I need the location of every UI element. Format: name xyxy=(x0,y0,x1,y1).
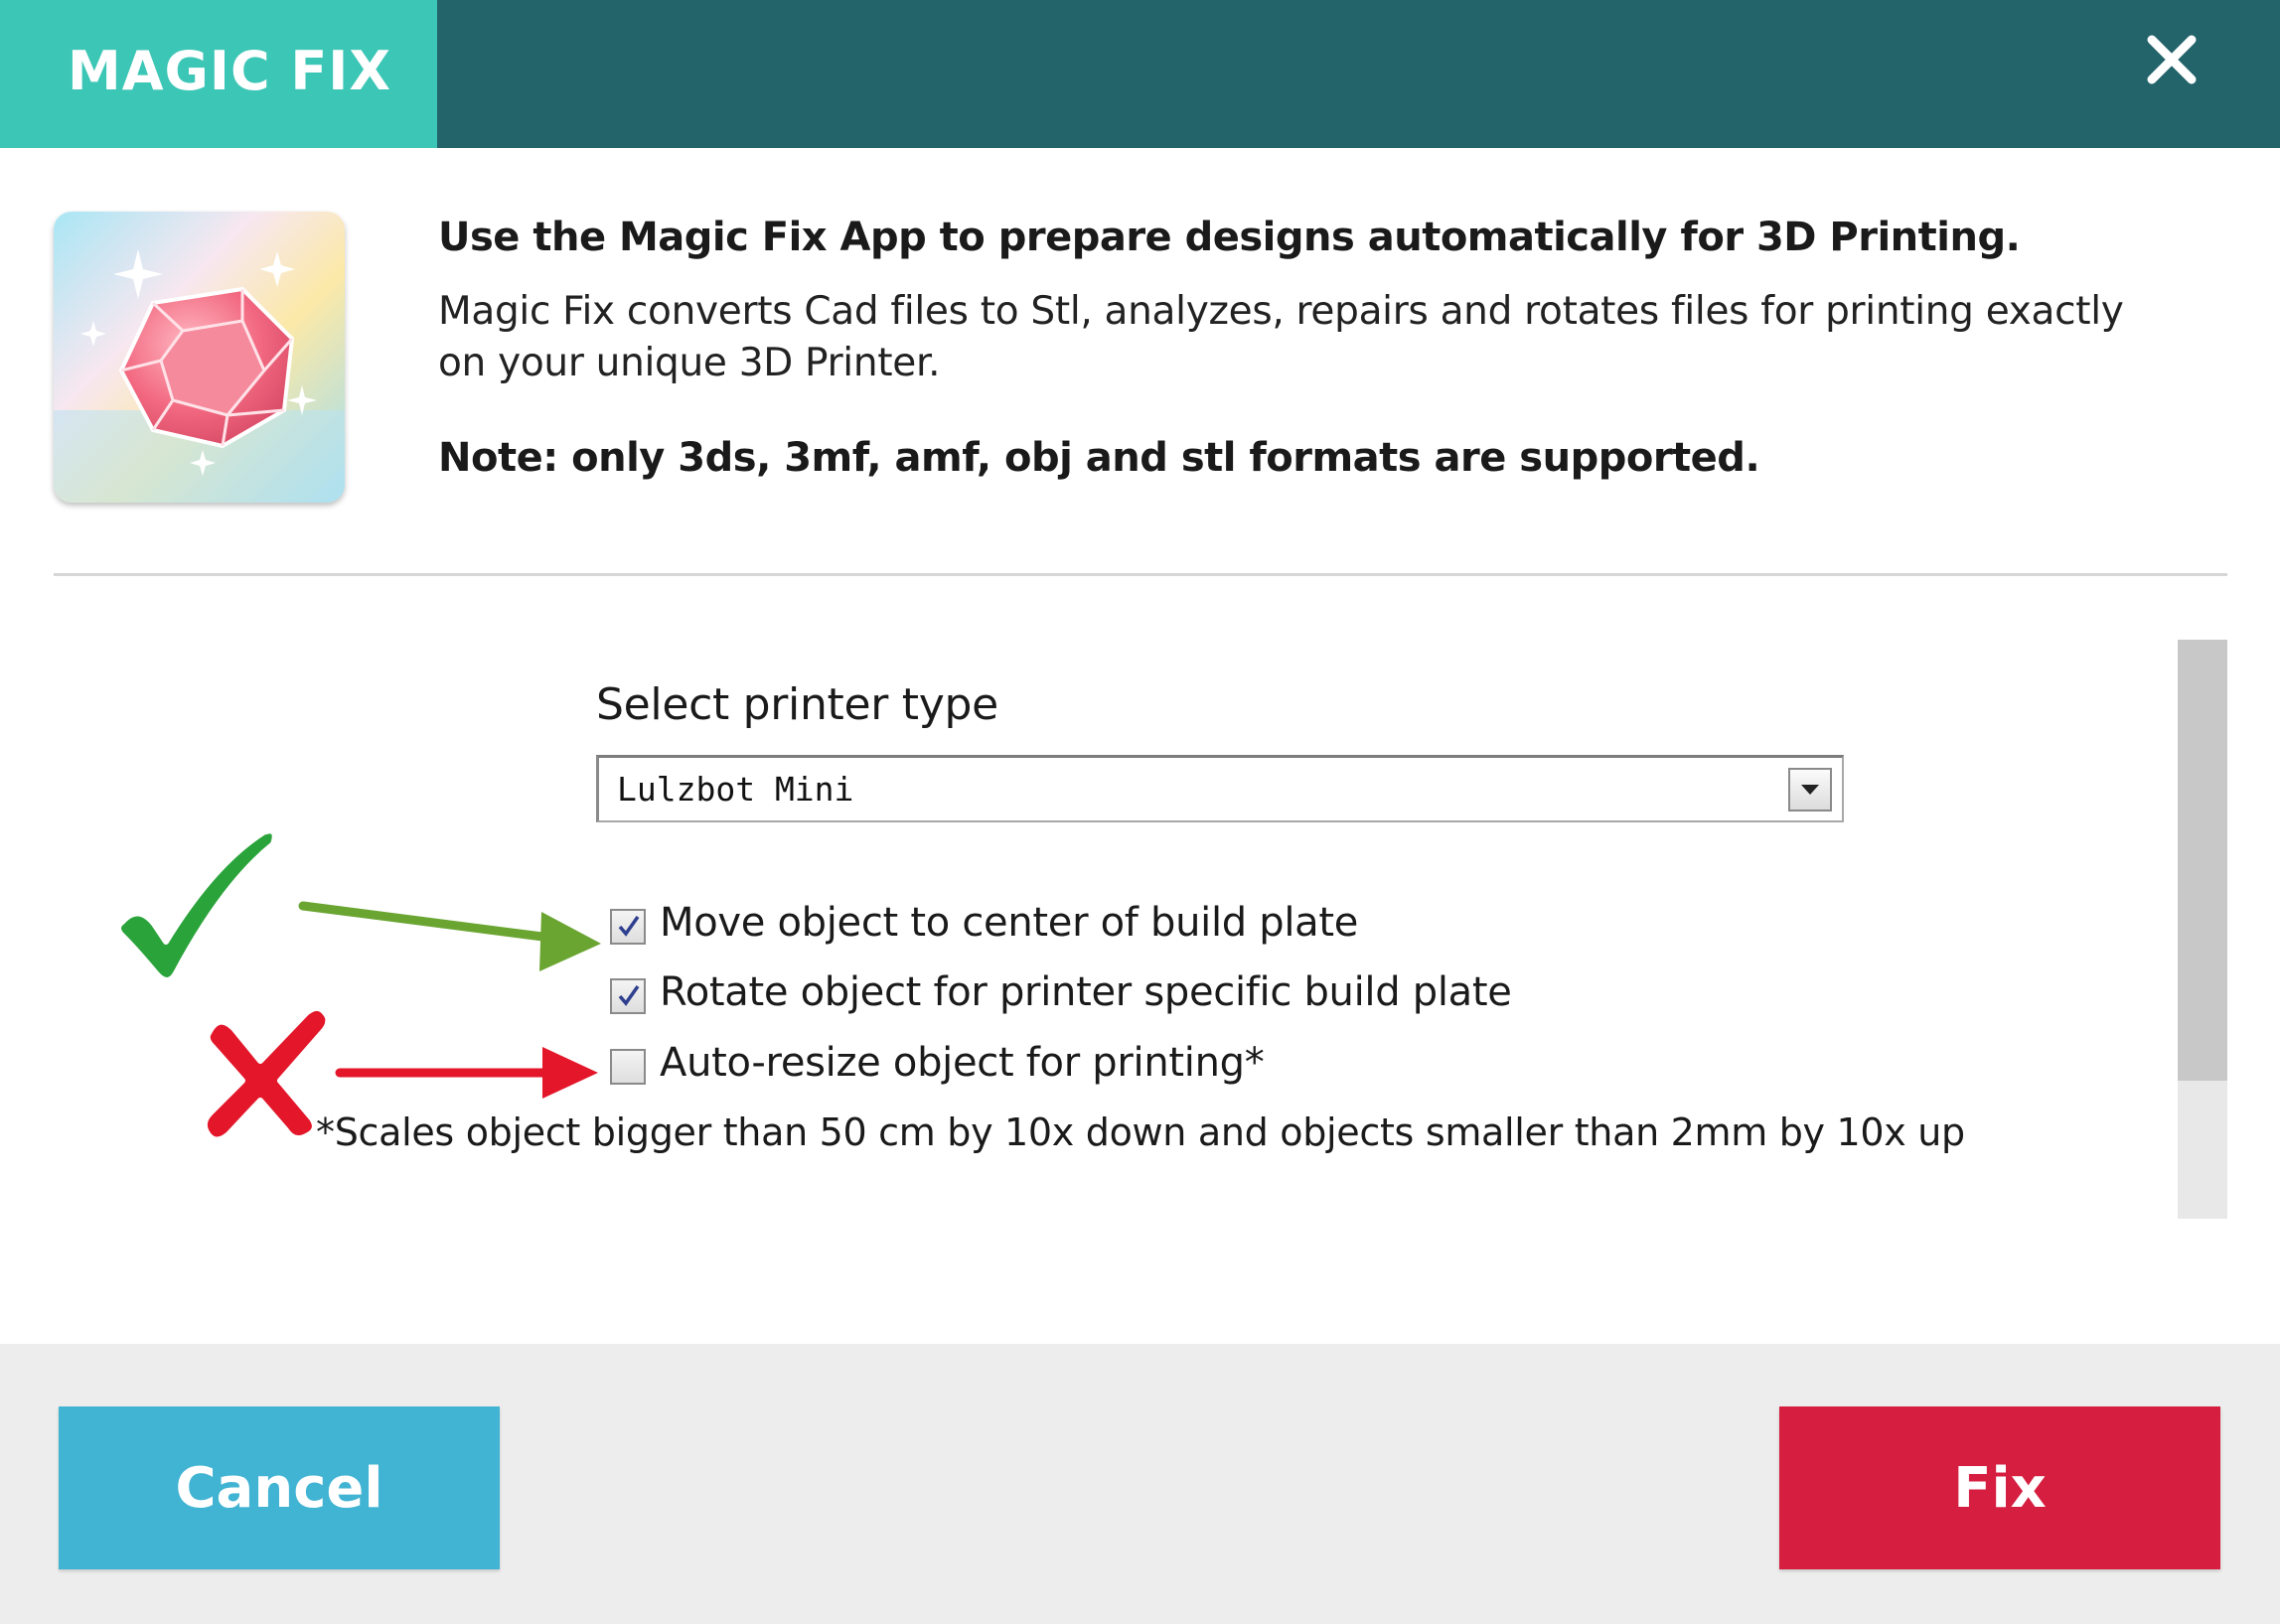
printer-type-value: Lulzbot Mini xyxy=(617,770,854,809)
info-section: Use the Magic Fix App to prepare designs… xyxy=(438,209,2206,487)
gem-icon xyxy=(54,212,345,503)
close-icon xyxy=(2147,35,2197,84)
fix-button[interactable]: Fix xyxy=(1779,1406,2220,1569)
formats-note: Note: only 3ds, 3mf, amf, obj and stl fo… xyxy=(438,435,1760,481)
dialog-title: MAGIC FIX xyxy=(68,40,391,102)
green-check-annotation xyxy=(115,827,601,983)
scrollbar[interactable] xyxy=(2178,640,2227,1219)
divider xyxy=(54,573,2227,576)
scrollbar-thumb[interactable] xyxy=(2178,640,2227,1081)
printer-type-label: Select printer type xyxy=(596,679,998,730)
close-button[interactable] xyxy=(2132,20,2211,99)
headline: Use the Magic Fix App to prepare designs… xyxy=(438,215,2021,260)
chevron-down-icon[interactable] xyxy=(1788,768,1832,812)
option-label: Auto-resize object for printing* xyxy=(660,1040,1265,1086)
red-cross-annotation xyxy=(201,1004,598,1143)
title-bar: MAGIC FIX xyxy=(0,0,2280,148)
option-label: Move object to center of build plate xyxy=(660,900,1359,946)
cancel-button[interactable]: Cancel xyxy=(59,1406,500,1569)
magic-fix-app-icon xyxy=(54,212,345,503)
title-tab: MAGIC FIX xyxy=(0,0,437,148)
description: Magic Fix converts Cad files to Stl, ana… xyxy=(438,289,2124,385)
option-label: Rotate object for printer specific build… xyxy=(660,969,1512,1015)
printer-type-select[interactable]: Lulzbot Mini xyxy=(596,755,1844,822)
